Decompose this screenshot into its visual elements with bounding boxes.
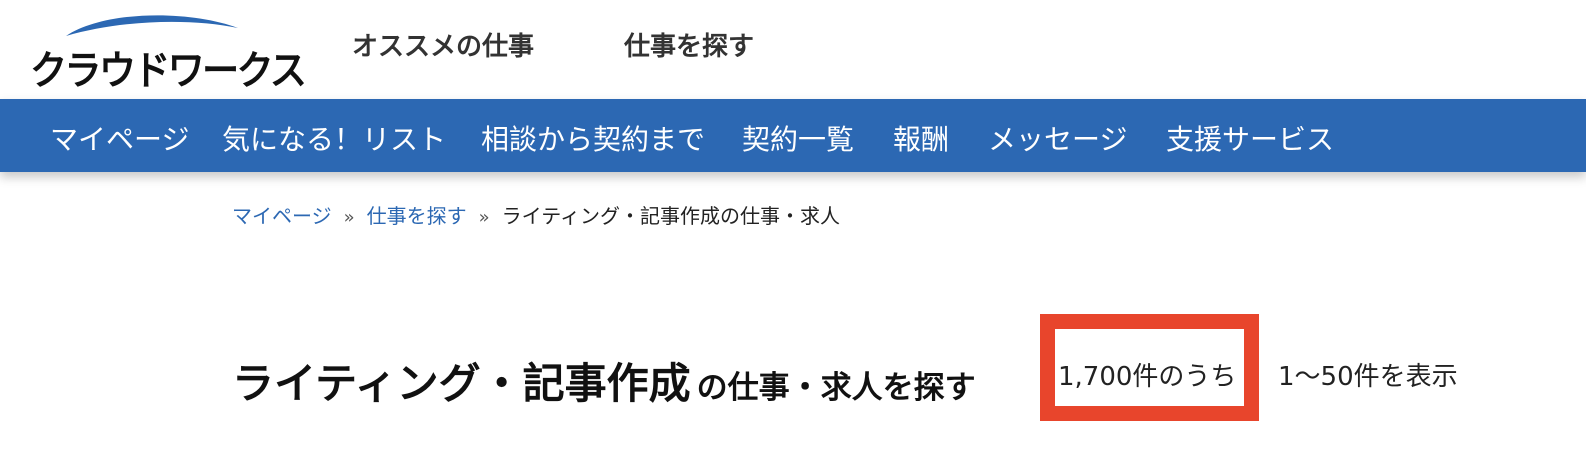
total-count: 1,700件のうち <box>1058 362 1237 392</box>
menu-mypage[interactable]: マイページ <box>50 118 189 158</box>
breadcrumb: マイページ » 仕事を探す » ライティング・記事作成の仕事・求人 <box>232 200 840 229</box>
breadcrumb-current: ライティング・記事作成の仕事・求人 <box>501 204 841 228</box>
breadcrumb-find-jobs[interactable]: 仕事を探す <box>367 204 467 228</box>
breadcrumb-mypage[interactable]: マイページ <box>232 204 332 228</box>
menu-messages[interactable]: メッセージ <box>988 118 1127 158</box>
title-suffix: の仕事・求人を探す <box>696 370 976 406</box>
nav-find-jobs[interactable]: 仕事を探す <box>624 26 754 63</box>
main-menu-bar: マイページ 気になる！リスト 相談から契約まで 契約一覧 報酬 メッセージ 支援… <box>0 99 1586 172</box>
top-header: クラウドワークス オススメの仕事 仕事を探す <box>0 0 1586 99</box>
logo-swoosh-icon <box>66 15 238 36</box>
page-title: ライティング・記事作成 の仕事・求人を探す <box>232 350 976 411</box>
category-title: ライティング・記事作成 <box>232 359 691 408</box>
crowdworks-logo[interactable]: クラウドワークス <box>30 8 307 94</box>
menu-rewards[interactable]: 報酬 <box>893 118 949 158</box>
menu-consult-to-contract[interactable]: 相談から契約まで <box>481 118 705 158</box>
menu-contract-list[interactable]: 契約一覧 <box>742 118 854 158</box>
breadcrumb-separator: » <box>343 207 355 228</box>
menu-support-services[interactable]: 支援サービス <box>1166 118 1334 158</box>
logo-text: クラウドワークス <box>30 48 307 94</box>
nav-recommended-jobs[interactable]: オススメの仕事 <box>352 26 534 63</box>
breadcrumb-separator: » <box>478 207 490 228</box>
result-range: 1〜50件を表示 <box>1278 362 1458 392</box>
menu-favorites-list[interactable]: 気になる！リスト <box>222 118 446 158</box>
